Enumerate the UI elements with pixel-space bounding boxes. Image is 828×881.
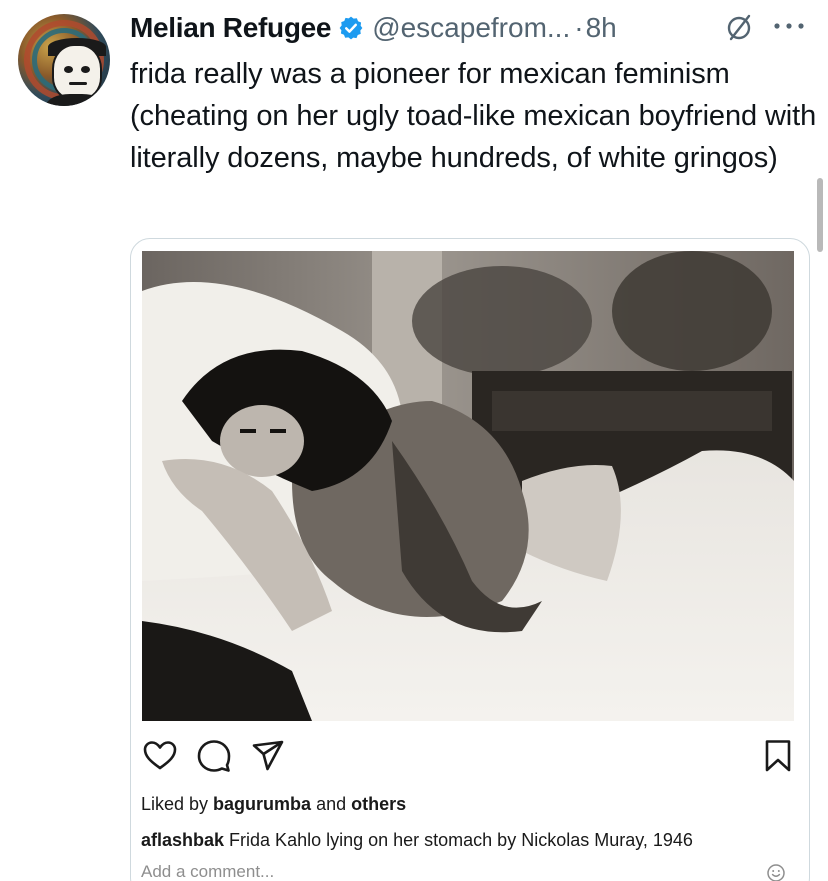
emoji-icon[interactable]: [766, 863, 786, 881]
comment-bubble-icon[interactable]: [196, 738, 232, 774]
send-icon[interactable]: [250, 738, 286, 774]
avatar-eye-right: [81, 66, 90, 73]
liked-and: and: [311, 794, 352, 814]
bookmark-icon[interactable]: [760, 738, 796, 774]
profile-avatar[interactable]: [18, 14, 110, 106]
tweet-text: frida really was a pioneer for mexican f…: [130, 58, 817, 174]
scrollbar-thumb[interactable]: [817, 178, 823, 252]
post-photo[interactable]: [142, 251, 794, 721]
avatar-body: [46, 94, 106, 106]
avatar-face: [52, 44, 102, 100]
more-options-icon[interactable]: [772, 20, 806, 32]
header-separator: ·: [574, 12, 584, 43]
add-comment-input[interactable]: Add a comment...: [141, 862, 274, 881]
grok-icon[interactable]: [724, 13, 754, 43]
display-name[interactable]: Melian Refugee: [130, 12, 331, 44]
tweet-time[interactable]: 8h: [586, 12, 617, 44]
avatar-eye-left: [64, 66, 73, 73]
tweet-header: Melian Refugee @escapefrom... · 8h: [130, 8, 617, 48]
user-handle[interactable]: @escapefrom...: [372, 12, 570, 44]
photo-illustration: [142, 251, 794, 721]
liked-others[interactable]: others: [351, 794, 406, 814]
liked-prefix: Liked by: [141, 794, 214, 814]
post-action-row: [142, 736, 794, 780]
verified-badge-icon: [339, 16, 363, 40]
avatar-mouth: [69, 82, 87, 85]
caption-user[interactable]: aflashbak: [141, 830, 224, 850]
caption-text: Frida Kahlo lying on her stomach by Nick…: [224, 830, 693, 850]
post-caption: aflashbak Frida Kahlo lying on her stoma…: [141, 830, 693, 851]
heart-icon[interactable]: [142, 738, 178, 774]
liked-by-line: Liked by bagurumba and others: [141, 794, 406, 815]
liked-user[interactable]: bagurumba: [213, 794, 311, 814]
